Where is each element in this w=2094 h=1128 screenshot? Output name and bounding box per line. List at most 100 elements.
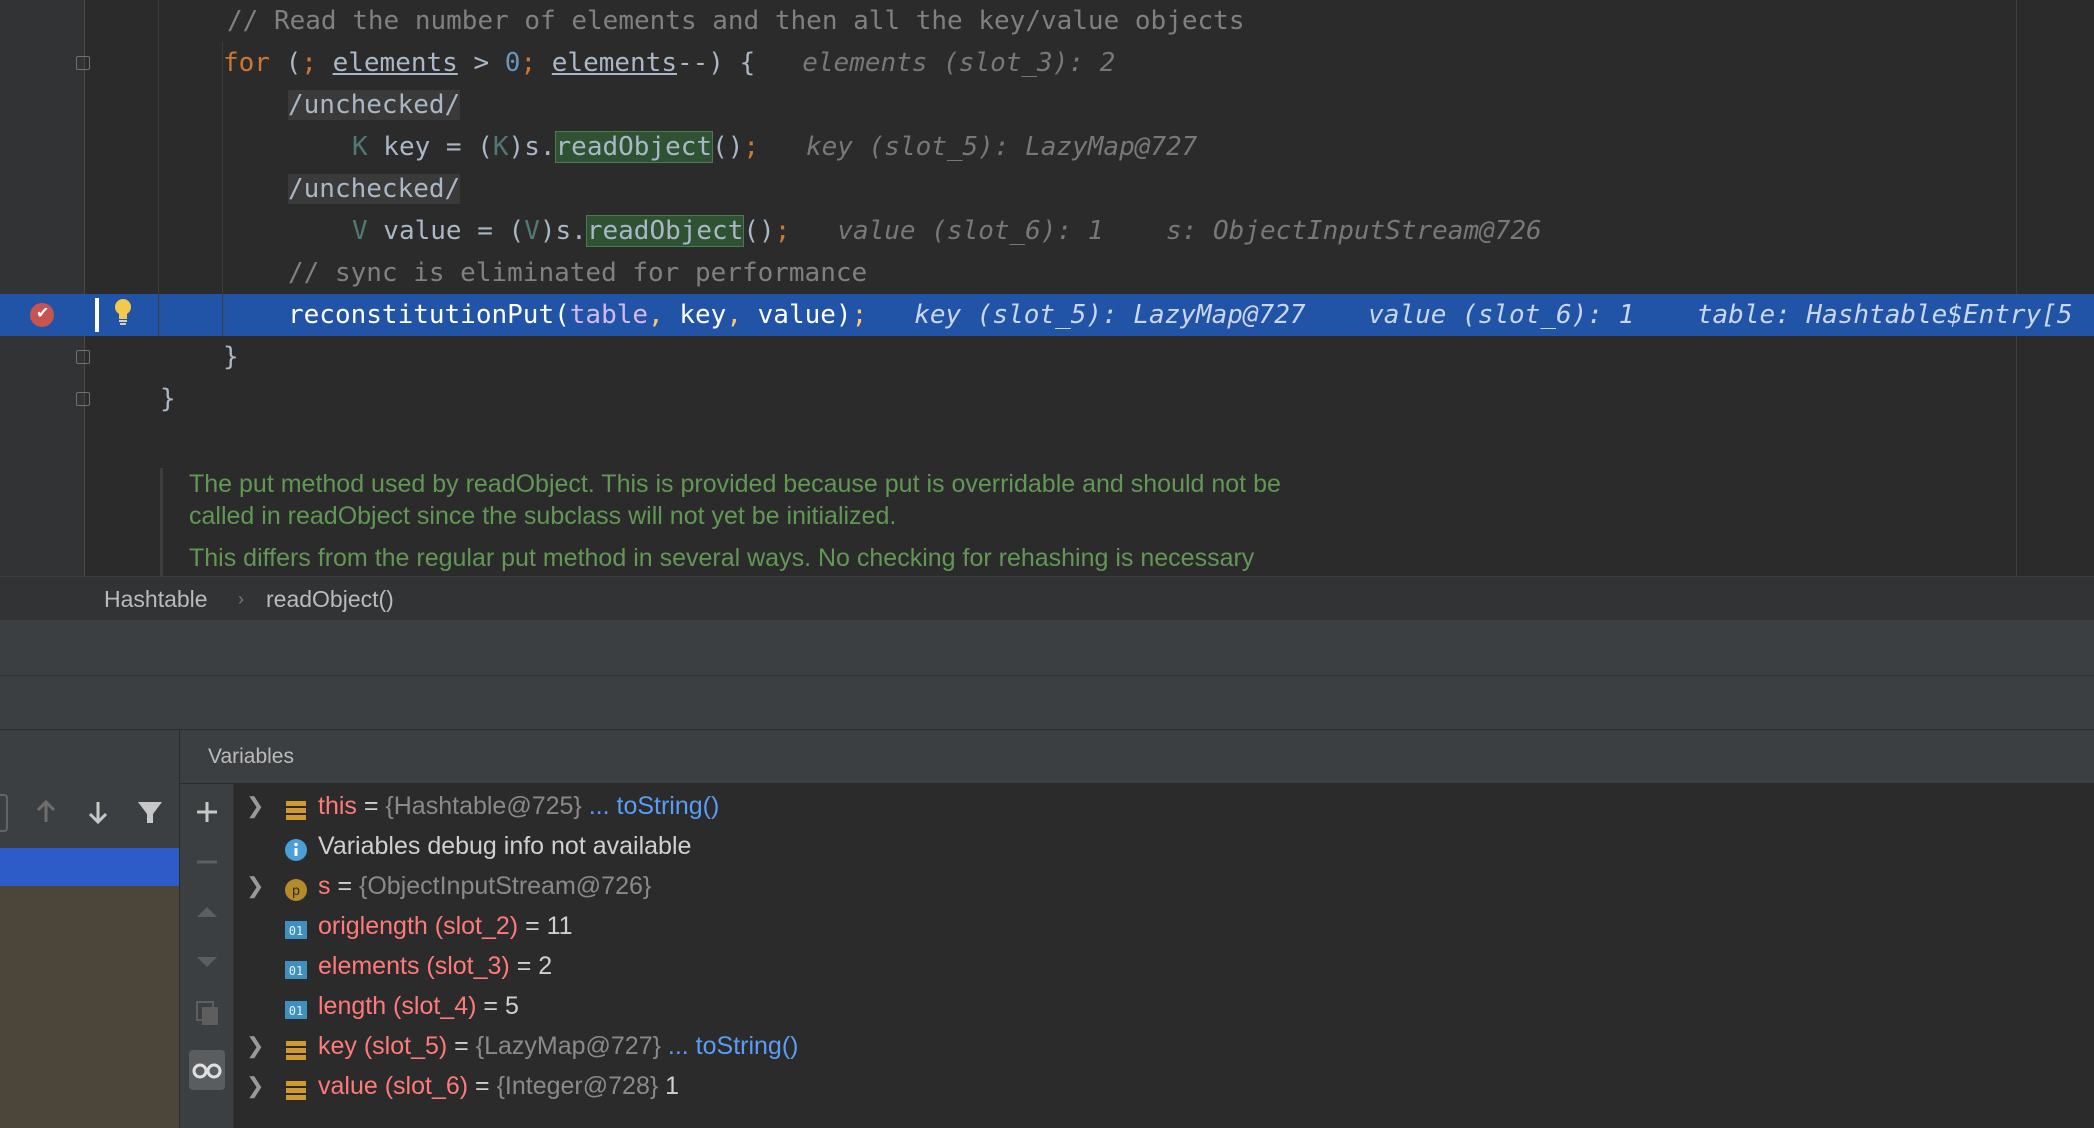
code-token: )s. — [539, 216, 587, 246]
fold-end-icon[interactable] — [76, 350, 90, 364]
variable-equals: = — [468, 1072, 497, 1100]
code-token: // Read the number of elements and then … — [227, 6, 1245, 36]
add-icon[interactable] — [189, 794, 225, 830]
chevron-right-icon[interactable]: ❯ — [246, 1026, 264, 1066]
variables-tree[interactable]: ❯ this = {Hashtable@725} ... toString() Va… — [234, 784, 2094, 1128]
breadcrumb-class[interactable]: Hashtable — [104, 577, 208, 621]
variable-type: {Hashtable@725} — [385, 792, 582, 820]
variable-type: {LazyMap@727} — [475, 1032, 661, 1060]
code-token: V — [524, 216, 540, 246]
watch-glasses-icon[interactable] — [189, 1050, 225, 1090]
remove-icon[interactable] — [189, 844, 225, 880]
inline-debug-value: key (slot_5): LazyMap@727 — [806, 132, 1198, 162]
chevron-right-icon[interactable]: ❯ — [246, 1066, 264, 1106]
variables-header: Variables — [180, 730, 2094, 784]
code-line[interactable]: K key = (K)s.readObject(); key (slot_5):… — [352, 126, 1197, 168]
copy-icon[interactable] — [189, 994, 225, 1030]
code-line[interactable]: // Read the number of elements and then … — [227, 0, 1244, 42]
code-token: V — [352, 216, 368, 246]
move-down-icon[interactable] — [189, 944, 225, 980]
inline-debug-value: key (slot_5): LazyMap@727 value (slot_6)… — [914, 300, 2073, 330]
indent-guide — [158, 0, 159, 336]
indent-guide — [222, 42, 223, 336]
breadcrumb-method[interactable]: readObject() — [266, 577, 394, 621]
code-line[interactable]: /unchecked/ — [288, 168, 461, 210]
variable-value: 11 — [546, 912, 573, 940]
variable-text: this = {Hashtable@725} ... toString() — [318, 786, 719, 826]
editor-gutter[interactable] — [0, 0, 84, 576]
variable-equals: = — [476, 992, 505, 1020]
code-token: K — [492, 132, 509, 162]
code-line[interactable]: /unchecked/ — [288, 84, 461, 126]
code-token: , — [726, 300, 742, 330]
inline-debug-value: elements (slot_3): 2 — [802, 48, 1116, 78]
variable-type: {ObjectInputStream@726} — [359, 872, 652, 900]
frames-list[interactable] — [0, 886, 179, 1128]
parameter-icon: p — [284, 874, 308, 901]
variable-text: value (slot_6) = {Integer@728} 1 — [318, 1066, 679, 1106]
field-icon — [284, 1034, 308, 1060]
fold-start-icon[interactable] — [76, 56, 90, 70]
code-line[interactable]: } — [223, 336, 239, 378]
code-token: value) — [741, 300, 852, 330]
code-token: /unchecked/ — [288, 174, 461, 204]
svg-text:01: 01 — [289, 924, 303, 938]
code-token: key = ( — [367, 132, 493, 162]
code-token: readObject — [554, 131, 714, 163]
variable-value: 2 — [538, 952, 553, 980]
variable-value: 1 — [658, 1072, 680, 1100]
field-icon — [284, 1074, 308, 1100]
code-line[interactable]: for (; elements > 0; elements--) { eleme… — [223, 42, 1115, 84]
code-token: () — [743, 216, 775, 246]
primitive-icon: 01 — [284, 994, 308, 1019]
intention-bulb-icon[interactable] — [113, 297, 133, 327]
svg-text:p: p — [292, 882, 300, 898]
javadoc-line: This differs from the regular put method… — [189, 544, 1255, 572]
code-token: ; — [851, 300, 868, 330]
code-token: /unchecked/ — [288, 90, 461, 120]
primitive-icon: 01 — [284, 914, 308, 939]
tostring-link[interactable]: ... toString() — [582, 792, 720, 820]
filter-icon[interactable] — [132, 790, 168, 834]
variables-title: Variables — [208, 745, 294, 768]
chevron-right-icon[interactable]: ❯ — [246, 866, 264, 906]
code-line[interactable]: } — [160, 378, 176, 420]
code-token: --) { — [677, 48, 803, 78]
gutter-divider — [84, 0, 85, 576]
code-line[interactable]: // sync is eliminated for performance — [288, 252, 867, 294]
code-editor[interactable]: ✔ // Read the number of elements and the… — [0, 0, 2094, 576]
variable-equals: = — [509, 952, 539, 980]
variable-text: length (slot_4) = 5 — [318, 986, 519, 1026]
code-token: ( — [269, 48, 302, 78]
code-token: value = ( — [367, 216, 525, 246]
breadcrumb: Hashtable › readObject() — [0, 576, 2094, 620]
code-line[interactable]: V value = (V)s.readObject(); value (slot… — [352, 210, 1542, 252]
fold-end-icon[interactable] — [76, 392, 90, 406]
code-token: ; — [520, 48, 537, 78]
code-token: , — [648, 300, 664, 330]
variable-name: origlength (slot_2) — [318, 912, 519, 940]
code-token: > — [457, 48, 505, 78]
code-token: key — [663, 300, 727, 330]
chevron-right-icon[interactable]: ❯ — [246, 786, 264, 826]
arrow-up-icon[interactable] — [28, 790, 64, 834]
tostring-link[interactable]: ... toString() — [661, 1032, 799, 1060]
variable-info-text: Variables debug info not available — [318, 832, 692, 860]
move-up-icon[interactable] — [189, 894, 225, 930]
frame-item-selected[interactable] — [0, 848, 179, 886]
variable-equals: = — [330, 872, 359, 900]
primitive-icon: 01 — [284, 954, 308, 979]
debug-toolbar — [0, 676, 2094, 730]
code-line-current[interactable]: reconstitutionPut(table, key, value); ke… — [288, 294, 2073, 336]
variable-type: {Integer@728} — [496, 1072, 659, 1100]
code-token: reconstitutionPut( — [288, 300, 570, 330]
inline-debug-value: value (slot_6): 1 s: ObjectInputStream@7… — [837, 216, 1542, 246]
variable-equals: = — [518, 912, 547, 940]
thread-selector[interactable] — [0, 794, 8, 832]
code-token: // sync is eliminated for performance — [288, 258, 868, 288]
variables-toolbar — [180, 784, 234, 1128]
variable-text: s = {ObjectInputStream@726} — [318, 866, 651, 906]
arrow-down-icon[interactable] — [80, 790, 116, 834]
